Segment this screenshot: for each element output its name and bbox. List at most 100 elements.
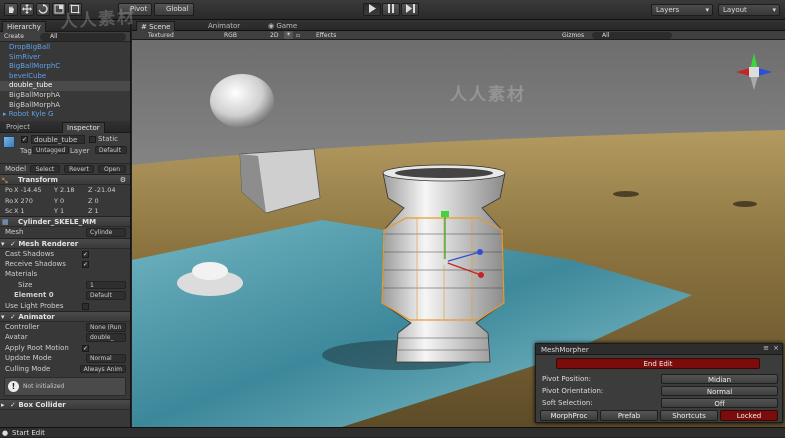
pivot-toggle[interactable]: Pivot bbox=[118, 3, 152, 16]
receive-shadows-checkbox[interactable]: ✓ bbox=[82, 261, 89, 269]
rect-tool-button[interactable] bbox=[68, 3, 82, 16]
tab-game[interactable]: ◉ Game bbox=[264, 21, 301, 31]
expand-arrow-icon[interactable]: ▸ bbox=[1, 400, 5, 411]
root-motion-label: Apply Root Motion bbox=[5, 343, 69, 352]
box-collider-header[interactable]: ▸ ✓ Box Collider bbox=[0, 399, 130, 410]
model-row: Model Select Revert Open bbox=[0, 163, 130, 175]
hierarchy-item[interactable]: SimRiver bbox=[0, 53, 130, 63]
tag-dropdown[interactable]: Untagged bbox=[32, 145, 70, 155]
end-edit-button[interactable]: End Edit bbox=[556, 358, 760, 369]
update-mode-dropdown[interactable]: Normal bbox=[86, 354, 126, 363]
box-collider-title: Box Collider bbox=[18, 401, 66, 409]
animator-checkbox[interactable]: ✓ bbox=[10, 313, 16, 321]
pivot-position-dropdown[interactable]: Midian bbox=[661, 374, 778, 384]
shortcuts-button[interactable]: Shortcuts bbox=[660, 410, 718, 421]
animator-title: Animator bbox=[18, 313, 55, 322]
cast-shadows-label: Cast Shadows bbox=[5, 249, 55, 258]
hand-tool-button[interactable] bbox=[4, 3, 18, 16]
element0-field[interactable]: Default bbox=[86, 291, 126, 300]
mesh-filter-header[interactable]: ▦ Cylinder_SKELE_MM bbox=[0, 216, 130, 228]
materials-row[interactable]: Materials bbox=[0, 269, 130, 279]
mesh-renderer-title: Mesh Renderer bbox=[18, 239, 79, 248]
hierarchy-item[interactable]: ▸ Robot Kyle G bbox=[0, 110, 130, 120]
not-initialized-box: ! Not initialized bbox=[4, 377, 126, 396]
step-button[interactable] bbox=[401, 3, 419, 16]
light-probes-checkbox[interactable] bbox=[82, 302, 89, 310]
hierarchy-item[interactable]: BigBallMorphA bbox=[0, 91, 130, 101]
model-revert-button[interactable]: Revert bbox=[64, 164, 94, 174]
object-name-field[interactable]: double_tube bbox=[31, 134, 85, 144]
tab-animator[interactable]: Animator bbox=[204, 21, 244, 31]
hierarchy-item[interactable]: BigBallMorphA bbox=[0, 101, 130, 111]
scale-y[interactable]: Y 1 bbox=[54, 206, 64, 216]
update-mode-row: Update Mode Normal bbox=[0, 353, 130, 363]
layers-dropdown[interactable]: Layers bbox=[651, 4, 713, 16]
hierarchy-item[interactable]: BigBallMorphC bbox=[0, 62, 130, 72]
pause-icon bbox=[388, 4, 394, 13]
lighting-toggle[interactable]: ☀ bbox=[284, 31, 293, 39]
rotation-y[interactable]: Y 0 bbox=[54, 196, 64, 206]
size-field[interactable]: 1 bbox=[86, 280, 126, 290]
hierarchy-item[interactable]: DropBigBall bbox=[0, 43, 130, 53]
effects-dropdown[interactable]: Effects bbox=[316, 31, 336, 40]
model-open-button[interactable]: Open bbox=[98, 164, 126, 174]
close-icon[interactable]: × bbox=[773, 344, 779, 352]
box-collider-checkbox[interactable]: ✓ bbox=[10, 401, 16, 409]
pause-button[interactable] bbox=[382, 3, 400, 16]
layer-dropdown[interactable]: Default bbox=[95, 145, 127, 155]
pivot-position-label: Pivot Position: bbox=[542, 375, 592, 383]
transform-header[interactable]: ⤡ Transform ⚙ bbox=[0, 174, 130, 186]
layout-dropdown[interactable]: Layout bbox=[718, 4, 780, 16]
scene-search-text: All bbox=[602, 32, 610, 39]
position-x[interactable]: X -14.45 bbox=[14, 185, 41, 195]
locked-button[interactable]: Locked bbox=[720, 410, 778, 421]
rotation-x[interactable]: X 270 bbox=[14, 196, 33, 206]
rgb-dropdown[interactable]: RGB bbox=[224, 31, 237, 40]
tab-hierarchy[interactable]: Hierarchy bbox=[2, 21, 46, 32]
cast-shadows-checkbox[interactable]: ✓ bbox=[82, 250, 89, 258]
audio-toggle[interactable]: ▫ bbox=[296, 31, 300, 40]
mesh-renderer-header[interactable]: ▾ ✓ Mesh Renderer bbox=[0, 237, 130, 249]
global-toggle[interactable]: Global bbox=[154, 3, 194, 16]
morphproc-button[interactable]: MorphProc bbox=[540, 410, 598, 421]
soft-selection-value: Off bbox=[714, 400, 725, 408]
hierarchy-item-label: Robot Kyle G bbox=[8, 110, 54, 119]
active-checkbox[interactable]: ✓ bbox=[21, 135, 28, 143]
mesh-field[interactable]: Cylinde bbox=[86, 228, 126, 237]
hierarchy-search[interactable]: All bbox=[40, 33, 126, 41]
scene-search[interactable]: All bbox=[592, 32, 672, 39]
scale-tool-button[interactable] bbox=[52, 3, 66, 16]
soft-selection-dropdown[interactable]: Off bbox=[661, 398, 778, 408]
scale-z[interactable]: Z 1 bbox=[88, 206, 99, 216]
static-checkbox[interactable] bbox=[89, 135, 96, 143]
rotation-row: Ro X 270 Y 0 Z 0 bbox=[0, 196, 130, 206]
create-dropdown[interactable]: Create bbox=[4, 33, 24, 40]
rotate-tool-button[interactable] bbox=[36, 3, 50, 16]
culling-mode-dropdown[interactable]: Always Anim bbox=[79, 364, 126, 374]
gizmos-dropdown[interactable]: Gizmos bbox=[562, 31, 584, 40]
avatar-field[interactable]: double_ bbox=[86, 333, 126, 342]
mesh-renderer-checkbox[interactable]: ✓ bbox=[10, 240, 16, 248]
position-y[interactable]: Y 2.18 bbox=[54, 185, 75, 195]
tab-project[interactable]: Project bbox=[2, 122, 34, 133]
position-z[interactable]: Z -21.04 bbox=[88, 185, 115, 195]
shading-dropdown[interactable]: Textured bbox=[148, 31, 174, 40]
2d-toggle[interactable]: 2D bbox=[270, 31, 278, 40]
model-select-button[interactable]: Select bbox=[30, 164, 60, 174]
rotation-z[interactable]: Z 0 bbox=[88, 196, 99, 206]
hierarchy-item[interactable]: bevelCube bbox=[0, 72, 130, 82]
pivot-orientation-dropdown[interactable]: Normal bbox=[661, 386, 778, 396]
prefab-button[interactable]: Prefab bbox=[600, 410, 658, 421]
play-button[interactable] bbox=[363, 3, 381, 16]
menu-icon[interactable]: ≡ bbox=[763, 344, 769, 352]
scale-x[interactable]: X 1 bbox=[14, 206, 25, 216]
tab-scene[interactable]: # Scene bbox=[136, 21, 176, 31]
animator-header[interactable]: ▾ ✓ Animator bbox=[0, 311, 130, 323]
move-tool-button[interactable] bbox=[20, 3, 34, 16]
size-row: Size 1 bbox=[0, 280, 130, 290]
controller-field[interactable]: None (Run bbox=[86, 323, 126, 332]
shortcuts-label: Shortcuts bbox=[672, 412, 706, 420]
hierarchy-item-selected[interactable]: double_tube bbox=[0, 81, 130, 91]
root-motion-checkbox[interactable]: ✓ bbox=[82, 344, 89, 352]
tab-inspector[interactable]: Inspector bbox=[62, 121, 105, 133]
